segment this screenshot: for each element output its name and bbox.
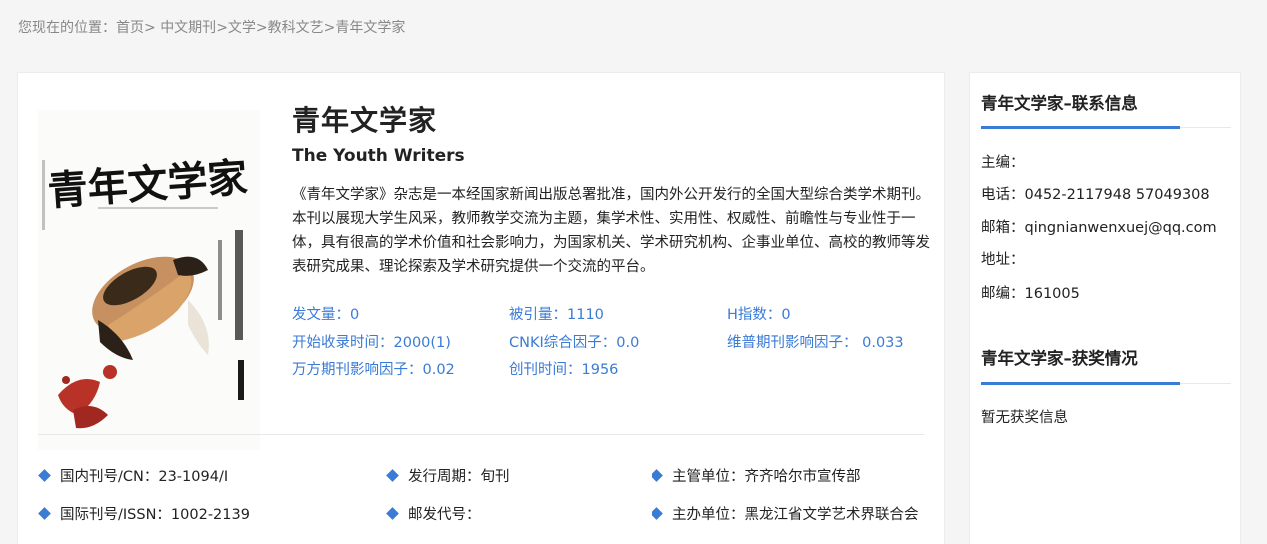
- breadcrumb-category-link[interactable]: 中文期刊: [160, 20, 216, 36]
- stat-h-index: H指数：0: [727, 307, 791, 323]
- journal-cover-image: 青年文学家: [38, 110, 260, 450]
- stat-start-time: 开始收录时间：2000(1): [292, 335, 451, 351]
- diamond-bullet-icon: [386, 469, 399, 482]
- stat-vip-factor: 维普期刊影响因子： 0.033: [727, 335, 904, 351]
- diamond-bullet-icon: [652, 469, 663, 482]
- contact-address: 地址：: [981, 252, 1025, 268]
- diamond-bullet-icon: [38, 469, 51, 482]
- detail-sponsor: 主办单位：黑龙江省文学艺术界联合会: [652, 503, 926, 524]
- detail-cn: 国内刊号/CN：23-1094/I: [38, 465, 229, 486]
- diamond-bullet-icon: [652, 507, 663, 520]
- breadcrumb-current: 青年文学家: [335, 20, 406, 36]
- breadcrumb-separator: >: [323, 20, 336, 36]
- contact-email: 邮箱：qingnianwenxuej@qq.com: [981, 220, 1217, 236]
- stat-cited-count: 被引量：1110: [509, 307, 604, 323]
- breadcrumb-home-link[interactable]: 首页: [116, 20, 144, 36]
- breadcrumb: 您现在的位置：首页> 中文期刊>文学>教科文艺>青年文学家: [18, 17, 405, 37]
- sidebar-card: 青年文学家–联系信息 主编： 电话：0452-2117948 57049308 …: [969, 72, 1241, 544]
- awards-empty-text: 暂无获奖信息: [981, 410, 1068, 426]
- stat-cnki-factor: CNKI综合因子：0.0: [509, 335, 640, 351]
- detail-issn-text: 国际刊号/ISSN：1002-2139: [60, 507, 250, 523]
- breadcrumb-subcategory-link[interactable]: 教科文艺: [268, 20, 324, 36]
- breadcrumb-separator: >: [144, 20, 161, 36]
- breadcrumb-prefix: 您现在的位置：: [18, 20, 116, 36]
- section-divider: [38, 434, 924, 435]
- journal-detail-card: 青年文学家 青年文学家 The Youth Writers 《青年文学家》杂志是…: [17, 72, 945, 544]
- detail-issn: 国际刊号/ISSN：1002-2139: [38, 503, 250, 524]
- stat-wanfang-factor: 万方期刊影响因子：0.02: [292, 362, 455, 378]
- detail-supervisor: 主管单位：齐齐哈尔市宣传部: [652, 465, 912, 486]
- contact-info-title: 青年文学家–联系信息: [981, 94, 1138, 113]
- stat-published-count: 发文量：0: [292, 307, 360, 323]
- diamond-bullet-icon: [38, 507, 51, 520]
- detail-cycle: 发行周期：旬刊: [386, 465, 510, 486]
- journal-title: 青年文学家: [292, 104, 438, 137]
- journal-description: 《青年文学家》杂志是一本经国家新闻出版总署批准，国内外公开发行的全国大型综合类学…: [292, 187, 930, 275]
- journal-english-title: The Youth Writers: [292, 146, 465, 166]
- contact-editor: 主编：: [981, 155, 1025, 171]
- diamond-bullet-icon: [386, 507, 399, 520]
- awards-title-underline: [981, 382, 1231, 385]
- detail-sponsor-text: 主办单位：黑龙江省文学艺术界联合会: [672, 507, 919, 523]
- detail-cycle-text: 发行周期：旬刊: [408, 469, 510, 485]
- accent-bar: [981, 126, 1180, 129]
- awards-title: 青年文学家–获奖情况: [981, 349, 1138, 368]
- detail-postcode-text: 邮发代号：: [408, 507, 481, 523]
- breadcrumb-subject-link[interactable]: 文学: [228, 20, 256, 36]
- detail-postcode: 邮发代号：: [386, 503, 481, 524]
- detail-cn-text: 国内刊号/CN：23-1094/I: [60, 469, 229, 485]
- contact-title-underline: [981, 126, 1231, 129]
- detail-supervisor-text: 主管单位：齐齐哈尔市宣传部: [672, 469, 861, 485]
- contact-phone: 电话：0452-2117948 57049308: [981, 187, 1210, 203]
- accent-bar: [981, 382, 1180, 385]
- breadcrumb-separator: >: [216, 20, 228, 36]
- stat-founded: 创刊时间：1956: [509, 362, 619, 378]
- breadcrumb-separator: >: [255, 20, 268, 36]
- contact-zip: 邮编：161005: [981, 286, 1080, 302]
